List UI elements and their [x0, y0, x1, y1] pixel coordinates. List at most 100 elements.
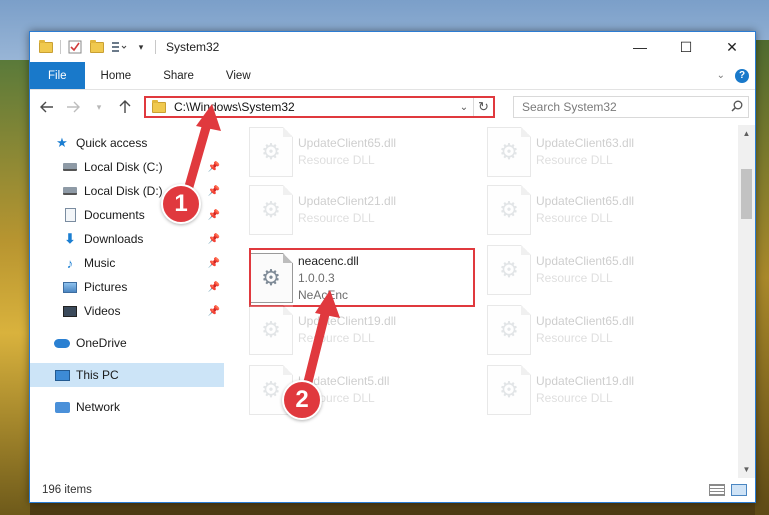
disk-icon [62, 183, 78, 199]
recent-locations-button[interactable]: ▾ [88, 96, 110, 118]
address-path[interactable]: C:\Windows\System32 [174, 100, 455, 114]
properties-icon[interactable] [67, 39, 83, 55]
background-scenery-left [0, 60, 30, 515]
ribbon-right: ⌄ ? [717, 62, 755, 89]
sidebar-item-this-pc[interactable]: This PC [30, 363, 224, 387]
view-switcher [709, 484, 755, 496]
computer-icon [54, 367, 70, 383]
file-description: Resource DLL [536, 271, 613, 285]
details-view-icon[interactable] [709, 484, 725, 496]
list-item[interactable]: ⚙ UpdateClient65.dll Resource DLL [487, 243, 713, 297]
dll-file-icon: ⚙ [249, 185, 293, 235]
sidebar-item-label: This PC [76, 368, 119, 382]
dll-file-icon: ⚙ [487, 365, 531, 415]
folder-icon [38, 39, 54, 55]
sidebar-item-label: Music [84, 256, 116, 270]
address-bar[interactable]: C:\Windows\System32 ⌄ ↻ [144, 96, 495, 118]
back-button[interactable] [36, 96, 58, 118]
divider [60, 40, 61, 54]
scroll-up-icon[interactable]: ▲ [738, 125, 755, 142]
tab-file[interactable]: File [30, 62, 85, 89]
title-bar: ▾ System32 — ☐ ✕ [30, 32, 755, 62]
file-name: UpdateClient65.dll [298, 136, 397, 150]
explorer-body: ★ Quick access Local Disk (C:) 📌 Local D… [30, 125, 755, 478]
list-item[interactable]: ⚙ UpdateClient65.dll Resource DLL [487, 183, 713, 237]
help-icon[interactable]: ? [735, 68, 749, 83]
sidebar-item-network[interactable]: Network [30, 395, 224, 419]
list-item[interactable]: ⚙ UpdateClient19.dll Resource DLL [487, 363, 713, 417]
sidebar-item-label: OneDrive [76, 336, 127, 350]
close-button[interactable]: ✕ [709, 32, 755, 62]
file-description: Resource DLL [536, 211, 613, 225]
list-item[interactable]: ⚙ UpdateClient21.dll Resource DLL [249, 183, 475, 237]
pin-icon[interactable]: 📌 [208, 306, 220, 317]
item-count: 196 items [42, 484, 92, 496]
minimize-button[interactable]: — [617, 32, 663, 62]
file-list: ⚙ UpdateClient65.dll Resource DLL ⚙ Updat… [224, 125, 755, 478]
sidebar-item-label: Local Disk (C:) [84, 160, 163, 174]
rename-icon[interactable] [111, 39, 127, 55]
new-folder-icon[interactable] [89, 39, 105, 55]
list-item[interactable]: ⚙ UpdateClient19.dll Resource DLL [249, 303, 475, 357]
file-name: UpdateClient63.dll [536, 136, 635, 150]
search-placeholder: Search System32 [522, 100, 617, 114]
forward-button[interactable] [62, 96, 84, 118]
documents-icon [62, 207, 78, 223]
address-dropdown-icon[interactable]: ⌄ [455, 102, 473, 113]
up-button[interactable] [114, 96, 136, 118]
sidebar-item-quick-access[interactable]: ★ Quick access [30, 131, 224, 155]
tab-view[interactable]: View [210, 62, 267, 89]
star-icon: ★ [56, 135, 68, 150]
list-item[interactable]: ⚙ UpdateClient65.dll Resource DLL [487, 303, 713, 357]
search-icon[interactable] [726, 100, 748, 115]
pin-icon[interactable]: 📌 [208, 186, 220, 197]
sidebar-item-onedrive[interactable]: OneDrive [30, 331, 224, 355]
step-1-badge: 1 [161, 184, 201, 224]
folder-icon [152, 99, 166, 113]
network-icon [54, 399, 70, 415]
sidebar-item-pictures[interactable]: Pictures 📌 [30, 275, 224, 299]
dll-file-icon: ⚙ [487, 245, 531, 295]
sidebar-item-label: Pictures [84, 280, 128, 294]
pin-icon[interactable]: 📌 [208, 282, 220, 293]
list-item[interactable]: ⚙ UpdateClient65.dll Resource DLL [249, 125, 475, 179]
tab-share[interactable]: Share [147, 62, 210, 89]
quick-access-toolbar: ▾ [30, 39, 156, 55]
file-description: Resource DLL [536, 153, 613, 167]
tiles-view-icon[interactable] [731, 484, 747, 496]
dll-file-icon: ⚙ [487, 127, 531, 177]
maximize-button[interactable]: ☐ [663, 32, 709, 62]
search-input[interactable]: Search System32 [513, 96, 749, 118]
file-name: UpdateClient19.dll [298, 314, 397, 328]
pin-icon[interactable]: 📌 [208, 258, 220, 269]
scrollbar-thumb[interactable] [741, 169, 752, 219]
pin-icon[interactable]: 📌 [208, 162, 220, 173]
vertical-scrollbar[interactable]: ▲ ▼ [738, 125, 755, 478]
scroll-down-icon[interactable]: ▼ [738, 461, 755, 478]
dll-file-icon: ⚙ [249, 305, 293, 355]
refresh-icon[interactable]: ↻ [473, 98, 493, 116]
sidebar-item-videos[interactable]: Videos 📌 [30, 299, 224, 323]
step-2-badge: 2 [282, 380, 322, 420]
dll-file-icon: ⚙ [487, 305, 531, 355]
sidebar-item-downloads[interactable]: ⬇ Downloads 📌 [30, 227, 224, 251]
expand-ribbon-icon[interactable]: ⌄ [717, 70, 725, 81]
pin-icon[interactable]: 📌 [208, 210, 220, 221]
file-name: UpdateClient65.dll [536, 194, 635, 208]
list-item[interactable]: ⚙ UpdateClient63.dll Resource DLL [487, 125, 713, 179]
window-controls: — ☐ ✕ [617, 32, 755, 62]
sidebar-item-label: Documents [84, 208, 145, 222]
tab-home[interactable]: Home [85, 62, 148, 89]
file-name: UpdateClient19.dll [536, 374, 635, 388]
sidebar-item-local-disk-c[interactable]: Local Disk (C:) 📌 [30, 155, 224, 179]
customize-toolbar-icon[interactable]: ▾ [133, 39, 149, 55]
sidebar-item-label: Local Disk (D:) [84, 184, 163, 198]
sidebar-item-music[interactable]: ♪ Music 📌 [30, 251, 224, 275]
list-item[interactable]: ⚙ UpdateClient5.dll Resource DLL [249, 363, 475, 417]
pin-icon[interactable]: 📌 [208, 234, 220, 245]
navigation-pane: ★ Quick access Local Disk (C:) 📌 Local D… [30, 125, 224, 478]
ribbon-tabs: File Home Share View ⌄ ? [30, 62, 755, 90]
file-name: UpdateClient65.dll [536, 254, 635, 268]
file-description: Resource DLL [298, 211, 375, 225]
cloud-icon [54, 335, 70, 351]
